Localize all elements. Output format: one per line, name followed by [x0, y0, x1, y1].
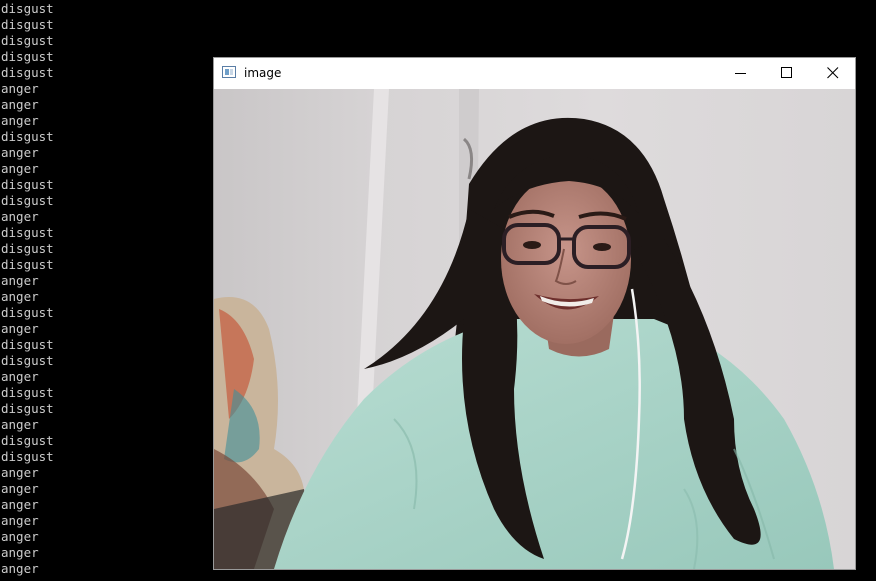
console-line: anger [1, 161, 39, 176]
console-line: disgust [1, 33, 54, 48]
console-line: anger [1, 273, 39, 288]
console-line: disgust [1, 401, 54, 416]
console-line: anger [1, 529, 39, 544]
minimize-icon [735, 73, 746, 74]
console-output: disgust disgust disgust disgust disgust anger… [1, 1, 54, 577]
console-line: anger [1, 289, 39, 304]
webcam-frame [214, 89, 855, 569]
console-line: anger [1, 113, 39, 128]
maximize-icon [781, 67, 792, 78]
console-line: disgust [1, 129, 54, 144]
image-window: image [213, 57, 856, 570]
console-line: disgust [1, 17, 54, 32]
console-line: anger [1, 561, 39, 576]
webcam-image [214, 89, 855, 569]
console-line: disgust [1, 433, 54, 448]
close-icon [827, 67, 839, 79]
console-line: anger [1, 497, 39, 512]
console-line: disgust [1, 385, 54, 400]
maximize-button[interactable] [764, 58, 810, 89]
minimize-button[interactable] [718, 58, 764, 89]
console-line: anger [1, 145, 39, 160]
console-line: anger [1, 369, 39, 384]
console-line: anger [1, 481, 39, 496]
console-line: disgust [1, 449, 54, 464]
console-line: anger [1, 513, 39, 528]
console-line: disgust [1, 225, 54, 240]
window-title: image [244, 66, 282, 80]
console-line: disgust [1, 353, 54, 368]
console-line: disgust [1, 305, 54, 320]
console-line: disgust [1, 257, 54, 272]
console-line: disgust [1, 193, 54, 208]
console-line: disgust [1, 1, 54, 16]
console-line: disgust [1, 177, 54, 192]
console-line: disgust [1, 241, 54, 256]
console-line: disgust [1, 65, 54, 80]
opencv-window-icon [222, 66, 236, 78]
console-line: anger [1, 97, 39, 112]
console-line: anger [1, 81, 39, 96]
title-bar[interactable]: image [214, 58, 855, 89]
console-line: anger [1, 465, 39, 480]
console-line: anger [1, 209, 39, 224]
console-line: disgust [1, 337, 54, 352]
console-line: disgust [1, 49, 54, 64]
console-line: anger [1, 321, 39, 336]
console-line: anger [1, 545, 39, 560]
console-line: anger [1, 417, 39, 432]
close-button[interactable] [810, 58, 856, 89]
